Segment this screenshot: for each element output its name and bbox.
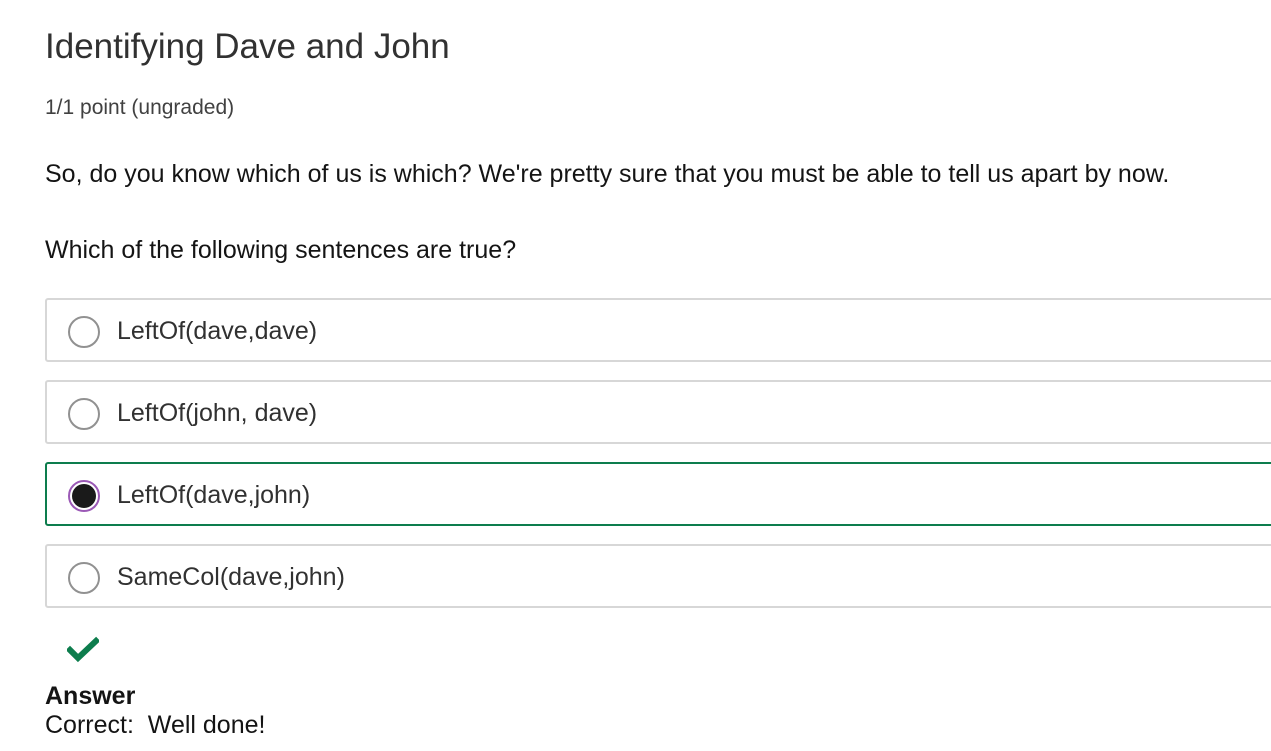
radio-button[interactable]	[68, 562, 100, 594]
answer-feedback-text: Correct: Well done!	[45, 711, 266, 739]
choice-option-4[interactable]: SameCol(dave,john)	[45, 544, 1271, 608]
radio-button[interactable]	[68, 398, 100, 430]
answer-heading: Answer	[45, 682, 136, 710]
choice-label: LeftOf(dave,dave)	[117, 317, 318, 345]
problem-title: Identifying Dave and John	[45, 27, 450, 66]
radio-button[interactable]	[68, 316, 100, 348]
choice-label: LeftOf(dave,john)	[117, 481, 311, 509]
problem-question: Which of the following sentences are tru…	[45, 236, 517, 264]
choice-label: SameCol(dave,john)	[117, 563, 345, 591]
choice-option-1[interactable]: LeftOf(dave,dave)	[45, 298, 1271, 362]
radio-button-selected[interactable]	[68, 480, 100, 512]
choice-label: LeftOf(john, dave)	[117, 399, 318, 427]
choice-option-2[interactable]: LeftOf(john, dave)	[45, 380, 1271, 444]
choice-option-3[interactable]: LeftOf(dave,john)	[45, 462, 1271, 526]
problem-points: 1/1 point (ungraded)	[45, 96, 235, 119]
problem-prompt: So, do you know which of us is which? We…	[45, 160, 1170, 188]
checkmark-icon	[67, 636, 99, 663]
